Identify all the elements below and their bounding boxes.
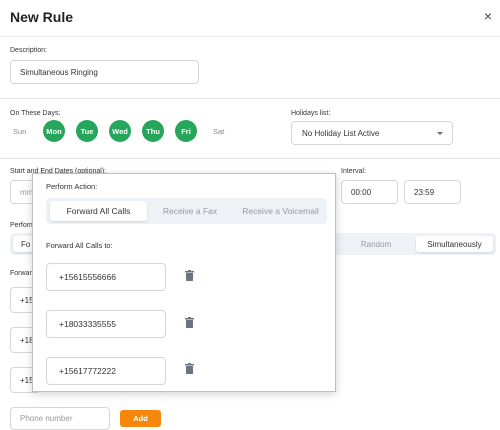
page-title: New Rule xyxy=(10,9,74,25)
chevron-down-icon xyxy=(437,132,443,135)
close-icon[interactable]: × xyxy=(481,9,495,23)
day-toggle-mon[interactable]: Mon xyxy=(43,120,65,142)
interval-start-input[interactable]: 00:00 xyxy=(341,180,398,204)
tab-receive-voicemail[interactable]: Receive a Voicemail xyxy=(236,201,325,221)
section-divider xyxy=(0,98,500,99)
perform-bg-option-simultaneously[interactable]: Simultaneously xyxy=(416,236,493,252)
trash-icon[interactable] xyxy=(185,270,194,281)
day-toggle-thu[interactable]: Thu xyxy=(142,120,164,142)
trash-icon[interactable] xyxy=(185,317,194,328)
days-label: On These Days: xyxy=(10,110,61,117)
add-button[interactable]: Add xyxy=(120,410,161,427)
interval-label: Interval: xyxy=(341,168,366,175)
day-toggle-fri[interactable]: Fri xyxy=(175,120,197,142)
forward-bg-label: Forwar xyxy=(10,270,32,277)
trash-icon[interactable] xyxy=(185,363,194,374)
day-toggle-wed[interactable]: Wed xyxy=(109,120,131,142)
perform-bg-option-random[interactable]: Random xyxy=(340,236,412,252)
tab-receive-fax[interactable]: Receive a Fax xyxy=(150,201,230,221)
header-divider xyxy=(0,36,500,37)
day-toggle-sun[interactable]: Sun xyxy=(13,127,26,136)
forward-number-input-1[interactable]: +15615556666 xyxy=(46,263,166,291)
holidays-selected-value: No Holiday List Active xyxy=(302,128,380,138)
popup-tabs: Forward All Calls Receive a Fax Receive … xyxy=(46,198,327,224)
description-label: Description: xyxy=(10,47,47,54)
holidays-select[interactable]: No Holiday List Active xyxy=(291,121,453,145)
forward-number-input-2[interactable]: +18033335555 xyxy=(46,310,166,338)
perform-action-popup: Perform Action: Forward All Calls Receiv… xyxy=(32,173,336,392)
phone-number-input[interactable]: Phone number xyxy=(10,407,110,430)
interval-end-input[interactable]: 23:59 xyxy=(404,180,461,204)
popup-action-label: Perform Action: xyxy=(46,182,98,191)
section-divider xyxy=(0,158,500,159)
holidays-label: Holidays list: xyxy=(291,110,331,117)
tab-forward-all-calls[interactable]: Forward All Calls xyxy=(50,201,147,221)
forward-number-input-3[interactable]: +15617772222 xyxy=(46,357,166,385)
popup-forward-label: Forward All Calls to: xyxy=(46,241,113,250)
day-toggle-sat[interactable]: Sat xyxy=(213,127,224,136)
day-toggle-tue[interactable]: Tue xyxy=(76,120,98,142)
description-input[interactable]: Simultaneous Ringing xyxy=(10,60,199,84)
